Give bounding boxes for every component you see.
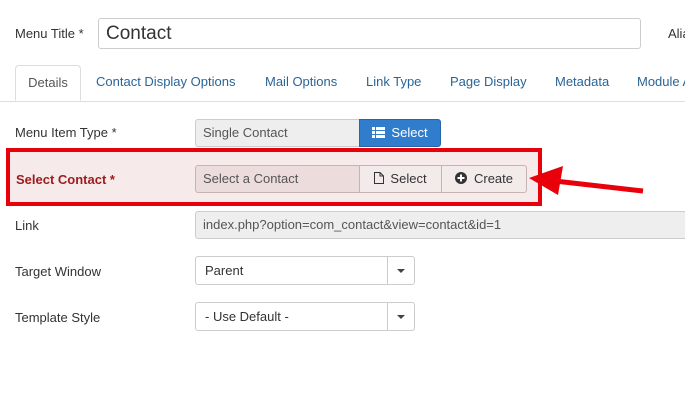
- dropdown-caret-icon: [387, 303, 414, 330]
- template-style-label: Template Style: [15, 310, 101, 325]
- select-contact-label: Select Contact *: [16, 172, 115, 187]
- menu-item-type-select-button[interactable]: Select: [359, 119, 441, 147]
- select-contact-field: Select a Contact: [195, 165, 360, 193]
- red-arrow-annotation: [529, 166, 644, 195]
- tab-page-display[interactable]: Page Display: [450, 64, 527, 100]
- menu-item-type-value: Single Contact: [195, 119, 360, 147]
- alias-label: Alia: [668, 26, 685, 41]
- select-contact-create-button[interactable]: Create: [441, 165, 527, 193]
- menu-title-input[interactable]: Contact: [98, 18, 641, 49]
- menu-title-label: Menu Title *: [15, 26, 84, 41]
- template-style-value: - Use Default -: [205, 309, 289, 324]
- select-contact-create-label: Create: [473, 171, 514, 186]
- menu-item-type-select-label: Select: [391, 125, 428, 140]
- tab-module-assignment[interactable]: Module A: [637, 64, 685, 100]
- menu-item-type-label: Menu Item Type *: [15, 125, 117, 140]
- list-icon: [372, 127, 386, 138]
- dropdown-caret-icon: [387, 257, 414, 284]
- target-window-label: Target Window: [15, 264, 101, 279]
- file-icon: [374, 172, 385, 184]
- tab-mail-options[interactable]: Mail Options: [265, 64, 337, 100]
- select-contact-select-button[interactable]: Select: [359, 165, 442, 193]
- template-style-select[interactable]: - Use Default -: [195, 302, 415, 331]
- tab-link-type[interactable]: Link Type: [366, 64, 421, 100]
- tab-contact-display-options[interactable]: Contact Display Options: [96, 64, 235, 100]
- plus-circle-icon: [454, 172, 467, 184]
- link-field: index.php?option=com_contact&view=contac…: [195, 211, 685, 239]
- target-window-select[interactable]: Parent: [195, 256, 415, 285]
- select-contact-select-label: Select: [390, 171, 427, 186]
- tab-metadata[interactable]: Metadata: [555, 64, 609, 100]
- tab-bar: Details Contact Display Options Mail Opt…: [0, 64, 685, 102]
- target-window-value: Parent: [205, 263, 244, 278]
- link-label: Link: [15, 218, 39, 233]
- tab-details[interactable]: Details: [15, 65, 81, 101]
